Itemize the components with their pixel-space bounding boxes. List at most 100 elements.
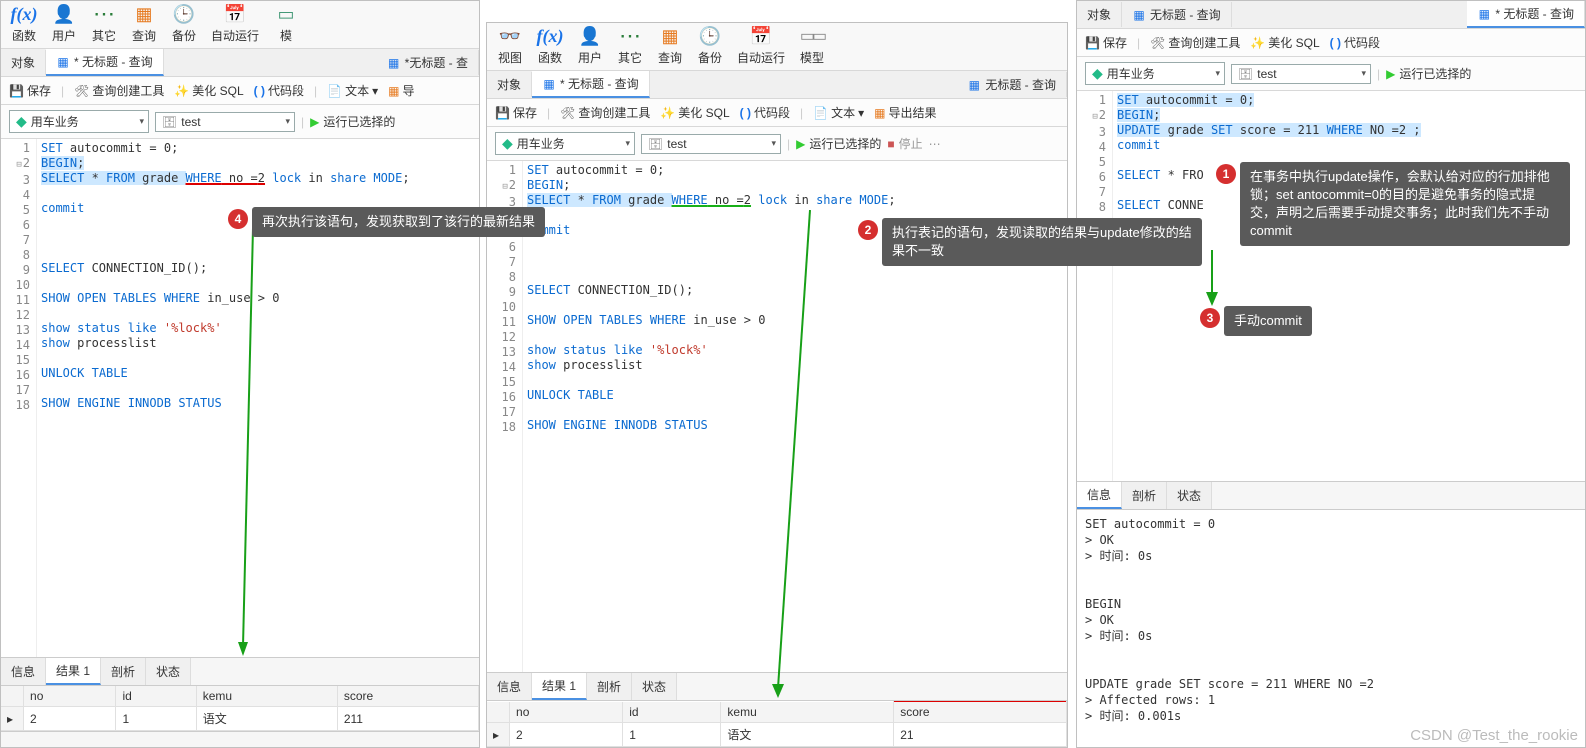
tb-simu[interactable]: ▭模 — [273, 3, 299, 44]
tab-untitled-query-2[interactable]: ▦无标题 - 查询 — [957, 72, 1067, 97]
col-no[interactable]: no — [24, 686, 116, 707]
other-icon: ⋯ — [617, 25, 643, 47]
run-button[interactable]: ▶运行已选择的 — [1386, 65, 1471, 82]
tb-other[interactable]: ⋯其它 — [617, 25, 643, 66]
tab-untitled-query[interactable]: ▦* 无标题 - 查询 — [46, 49, 164, 76]
tab-object[interactable]: 对象 — [1077, 2, 1122, 27]
tab-object[interactable]: 对象 — [487, 72, 532, 97]
label: 导出结果 — [888, 104, 936, 121]
col-id[interactable]: id — [116, 686, 196, 707]
value: test — [667, 137, 686, 151]
tab-info[interactable]: 信息 — [1, 658, 46, 685]
table-row[interactable]: ▸21语文21 — [487, 723, 1067, 747]
chevron-down-icon: ▾ — [285, 116, 290, 127]
tab-result1[interactable]: 结果 1 — [532, 673, 587, 700]
connection-select[interactable]: ◆用车业务▾ — [495, 132, 635, 155]
annotation-text: 再次执行该语句，发现获取到了该行的最新结果 — [252, 207, 545, 237]
query-icon: ▦ — [1132, 8, 1146, 22]
tab-result1[interactable]: 结果 1 — [46, 658, 101, 685]
tab-untitled-query[interactable]: ▦无标题 - 查询 — [1122, 2, 1232, 27]
tb-backup[interactable]: 🕒备份 — [697, 25, 723, 66]
snippet-button[interactable]: ( )代码段 — [254, 82, 304, 99]
tab-untitled-query-2[interactable]: ▦* 无标题 - 查询 — [1467, 1, 1585, 28]
label: 状态 — [642, 678, 666, 695]
chevron-down-icon: ▾ — [771, 138, 776, 149]
connection-select[interactable]: ◆用车业务▾ — [1085, 62, 1225, 85]
annotation-3: 3 手动commit — [1200, 306, 1312, 336]
save-button[interactable]: 💾保存 — [1085, 34, 1127, 51]
text-button[interactable]: 📄文本 ▾ — [327, 82, 378, 99]
stop-button[interactable]: ■停止 — [887, 135, 922, 152]
label: 状态 — [156, 663, 180, 680]
tb-backup[interactable]: 🕒备份 — [171, 3, 197, 44]
tb-model[interactable]: ▭▭模型 — [799, 25, 825, 66]
run-button[interactable]: ▶运行已选择的 — [310, 113, 395, 130]
export-button[interactable]: ▦导 — [388, 82, 414, 99]
tab-info[interactable]: 信息 — [487, 673, 532, 700]
value: 用车业务 — [1107, 65, 1155, 82]
window-2: 👓视图 f(x)函数 👤用户 ⋯其它 ▦查询 🕒备份 📅自动运行 ▭▭模型 对象… — [486, 22, 1068, 748]
connection-select[interactable]: ◆用车业务▾ — [9, 110, 149, 133]
tb-view[interactable]: 👓视图 — [497, 25, 523, 66]
query-icon: ▦ — [657, 25, 683, 47]
tb-auto[interactable]: 📅自动运行 — [211, 3, 259, 44]
gutter: 1⊟2345678 — [1077, 91, 1113, 481]
tab-profile[interactable]: 剖析 — [587, 673, 632, 700]
query-toolbar: 💾保存 | 🛠查询创建工具 ✨美化 SQL ( )代码段 — [1077, 29, 1585, 57]
label: 导 — [402, 82, 414, 99]
auto-icon: 📅 — [222, 3, 248, 25]
cell: 21 — [894, 723, 1067, 747]
text-button[interactable]: 📄文本 ▾ — [813, 104, 864, 121]
builder-button[interactable]: 🛠查询创建工具 — [560, 104, 650, 121]
label: 保存 — [27, 82, 51, 99]
tb-query[interactable]: ▦查询 — [657, 25, 683, 66]
database-select[interactable]: 🗄test▾ — [1231, 64, 1371, 84]
db-icon: 🗄 — [162, 115, 177, 129]
tab-profile[interactable]: 剖析 — [1122, 482, 1167, 509]
save-button[interactable]: 💾保存 — [495, 104, 537, 121]
label: 其它 — [92, 27, 116, 44]
col-kemu[interactable]: kemu — [721, 702, 894, 723]
database-select[interactable]: 🗄test▾ — [641, 134, 781, 154]
tab-info[interactable]: 信息 — [1077, 482, 1122, 509]
sql-editor[interactable]: 1⊟2345678 SET autocommit = 0; BEGIN; UPD… — [1077, 91, 1585, 481]
col-no[interactable]: no — [510, 702, 623, 723]
tb-user[interactable]: 👤用户 — [577, 25, 603, 66]
builder-button[interactable]: 🛠查询创建工具 — [74, 82, 164, 99]
run-button[interactable]: ▶运行已选择的 — [796, 135, 881, 152]
builder-button[interactable]: 🛠查询创建工具 — [1150, 34, 1240, 51]
database-select[interactable]: 🗄test▾ — [155, 112, 295, 132]
label: 剖析 — [597, 678, 621, 695]
beautify-button[interactable]: ✨美化 SQL — [1250, 34, 1319, 51]
snippet-button[interactable]: ( )代码段 — [740, 104, 790, 121]
tb-auto[interactable]: 📅自动运行 — [737, 25, 785, 66]
label: 代码段 — [268, 82, 304, 99]
col-score[interactable]: score — [894, 702, 1067, 723]
beautify-button[interactable]: ✨美化 SQL — [174, 82, 243, 99]
tab-status[interactable]: 状态 — [1167, 482, 1212, 509]
tab-status[interactable]: 状态 — [146, 658, 191, 685]
chevron-down-icon: ▾ — [1361, 68, 1366, 79]
code[interactable]: SET autocommit = 0; BEGIN; UPDATE grade … — [1113, 91, 1585, 481]
tb-user[interactable]: 👤用户 — [51, 3, 77, 44]
tb-query[interactable]: ▦查询 — [131, 3, 157, 44]
tab-status[interactable]: 状态 — [632, 673, 677, 700]
tab-object[interactable]: 对象 — [1, 50, 46, 75]
col-score[interactable]: score — [337, 686, 478, 707]
table-row[interactable]: ▸21语文211 — [1, 707, 479, 731]
row-marker: ▸ — [1, 707, 24, 731]
col-kemu[interactable]: kemu — [196, 686, 337, 707]
export-button[interactable]: ▦导出结果 — [874, 104, 936, 121]
tab-untitled-query[interactable]: ▦* 无标题 - 查询 — [532, 71, 650, 98]
tab-untitled-query-2[interactable]: ▦*无标题 - 查 — [377, 50, 479, 75]
beautify-button[interactable]: ✨美化 SQL — [660, 104, 729, 121]
tb-function[interactable]: f(x)函数 — [11, 3, 37, 44]
main-toolbar: 👓视图 f(x)函数 👤用户 ⋯其它 ▦查询 🕒备份 📅自动运行 ▭▭模型 — [487, 23, 1067, 71]
col-id[interactable]: id — [623, 702, 721, 723]
tab-profile[interactable]: 剖析 — [101, 658, 146, 685]
snippet-button[interactable]: ( )代码段 — [1330, 34, 1380, 51]
tb-other[interactable]: ⋯其它 — [91, 3, 117, 44]
tb-function[interactable]: f(x)函数 — [537, 25, 563, 66]
save-button[interactable]: 💾保存 — [9, 82, 51, 99]
connection-row: ◆用车业务▾ 🗄test▾ | ▶运行已选择的 — [1, 105, 479, 139]
